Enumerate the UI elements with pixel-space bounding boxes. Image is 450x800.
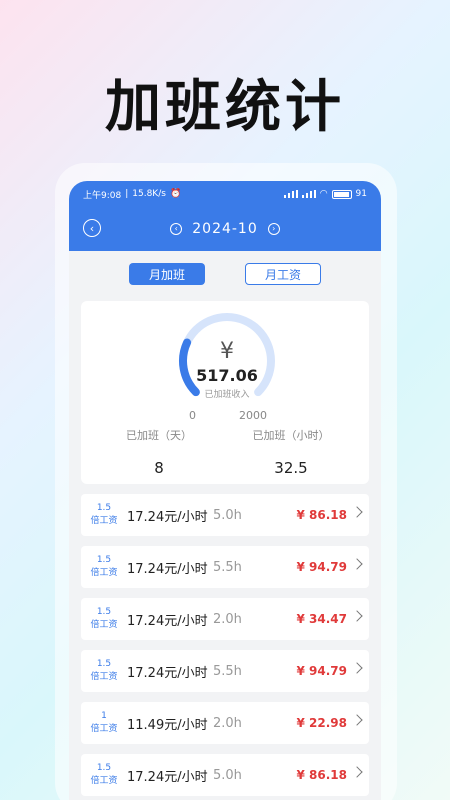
days-label: 已加班（天）	[126, 429, 192, 442]
list-item[interactable]: 1.5 倍工资 17.24元/小时 5.5h ¥ 94.79	[81, 650, 369, 692]
chevron-right-icon	[351, 714, 363, 726]
multiplier-unit: 倍工资	[90, 776, 118, 786]
multiplier-value: 1.5	[96, 607, 112, 617]
signal-icon	[283, 190, 298, 198]
overtime-amount: ¥ 34.47	[296, 612, 347, 626]
multiplier-value: 1	[101, 711, 107, 721]
month-title: 2024-10	[192, 221, 258, 237]
hourly-rate: 17.24元/小时	[127, 561, 208, 577]
hours-label: 已加班（小时）	[252, 429, 330, 442]
hours-stat: 已加班（小时） 32.5	[243, 427, 339, 477]
hourly-rate: 11.49元/小时	[127, 717, 208, 733]
multiplier-value: 1.5	[96, 659, 112, 669]
alarm-icon: ⏰	[169, 189, 182, 199]
multiplier-value: 1.5	[96, 503, 112, 513]
status-time: 上午9:08	[83, 190, 122, 201]
overtime-amount: ¥ 22.98	[296, 716, 347, 730]
promo-title: 加班统计	[105, 75, 345, 140]
days-value: 8	[154, 459, 164, 477]
income-gauge: ¥ 517.06 已加班收入	[169, 309, 285, 409]
phone-screen: 上午9:08 | 15.8K/s ⏰ ◠ 91 ‹ ‹ 2024-10 › 月加…	[69, 181, 381, 800]
signal-icon-2	[301, 190, 316, 198]
income-label: 已加班收入	[204, 390, 250, 400]
chevron-right-icon	[351, 662, 363, 674]
chevron-right-icon	[351, 766, 363, 778]
overtime-hours: 2.0h	[213, 611, 242, 627]
gauge-max: 2000	[239, 409, 267, 422]
hourly-rate: 17.24元/小时	[127, 665, 208, 681]
hourly-rate: 17.24元/小时	[127, 613, 208, 629]
gauge-min: 0	[189, 409, 196, 422]
tab-monthly-salary[interactable]: 月工资	[245, 263, 321, 285]
overtime-hours: 2.0h	[213, 715, 242, 731]
summary-card: ¥ 517.06 已加班收入 0 2000 已加班（天） 8 已加班（小时） 3…	[81, 301, 369, 484]
overtime-hours: 5.0h	[213, 767, 242, 783]
status-bar: 上午9:08 | 15.8K/s ⏰ ◠ 91	[83, 189, 367, 201]
overtime-hours: 5.0h	[213, 507, 242, 523]
chevron-right-icon	[351, 506, 363, 518]
multiplier-value: 1.5	[96, 763, 112, 773]
list-item[interactable]: 1 倍工资 11.49元/小时 2.0h ¥ 22.98	[81, 702, 369, 744]
tab-monthly-overtime[interactable]: 月加班	[129, 263, 205, 285]
multiplier-unit: 倍工资	[90, 516, 118, 526]
multiplier-unit: 倍工资	[90, 672, 118, 682]
overtime-hours: 5.5h	[213, 559, 242, 575]
list-item[interactable]: 1.5 倍工资 17.24元/小时 2.0h ¥ 34.47	[81, 598, 369, 640]
income-value: 517.06	[196, 366, 258, 385]
overtime-hours: 5.5h	[213, 663, 242, 679]
tab-bar: 月加班 月工资	[69, 251, 381, 291]
currency-symbol: ¥	[220, 339, 234, 364]
days-stat: 已加班（天） 8	[111, 427, 207, 477]
wifi-icon: ◠	[319, 189, 328, 199]
chevron-right-icon	[351, 610, 363, 622]
prev-month-button[interactable]: ‹	[170, 223, 183, 235]
next-month-button[interactable]: ›	[267, 223, 280, 235]
battery-level: 91	[355, 189, 367, 199]
nav-row: ‹ ‹ 2024-10 ›	[69, 207, 381, 251]
chevron-right-icon	[351, 558, 363, 570]
multiplier-value: 1.5	[96, 555, 112, 565]
multiplier-unit: 倍工资	[90, 620, 118, 630]
overtime-amount: ¥ 86.18	[296, 508, 347, 522]
status-speed: 15.8K/s	[132, 189, 166, 199]
overtime-amount: ¥ 94.79	[296, 664, 347, 678]
list-item[interactable]: 1.5 倍工资 17.24元/小时 5.0h ¥ 86.18	[81, 754, 369, 796]
hours-value: 32.5	[274, 459, 308, 477]
list-item[interactable]: 1.5 倍工资 17.24元/小时 5.5h ¥ 94.79	[81, 546, 369, 588]
overtime-amount: ¥ 86.18	[296, 768, 347, 782]
back-button[interactable]: ‹	[83, 219, 101, 237]
battery-icon	[331, 189, 352, 199]
overtime-list: 1.5 倍工资 17.24元/小时 5.0h ¥ 86.18 1.5 倍工资 17.…	[69, 494, 381, 796]
list-item[interactable]: 1.5 倍工资 17.24元/小时 5.0h ¥ 86.18	[81, 494, 369, 536]
multiplier-unit: 倍工资	[90, 724, 118, 734]
hourly-rate: 17.24元/小时	[127, 769, 208, 785]
app-header: 上午9:08 | 15.8K/s ⏰ ◠ 91 ‹ ‹ 2024-10 ›	[69, 181, 381, 251]
overtime-amount: ¥ 94.79	[296, 560, 347, 574]
hourly-rate: 17.24元/小时	[127, 509, 208, 525]
multiplier-unit: 倍工资	[90, 568, 118, 578]
